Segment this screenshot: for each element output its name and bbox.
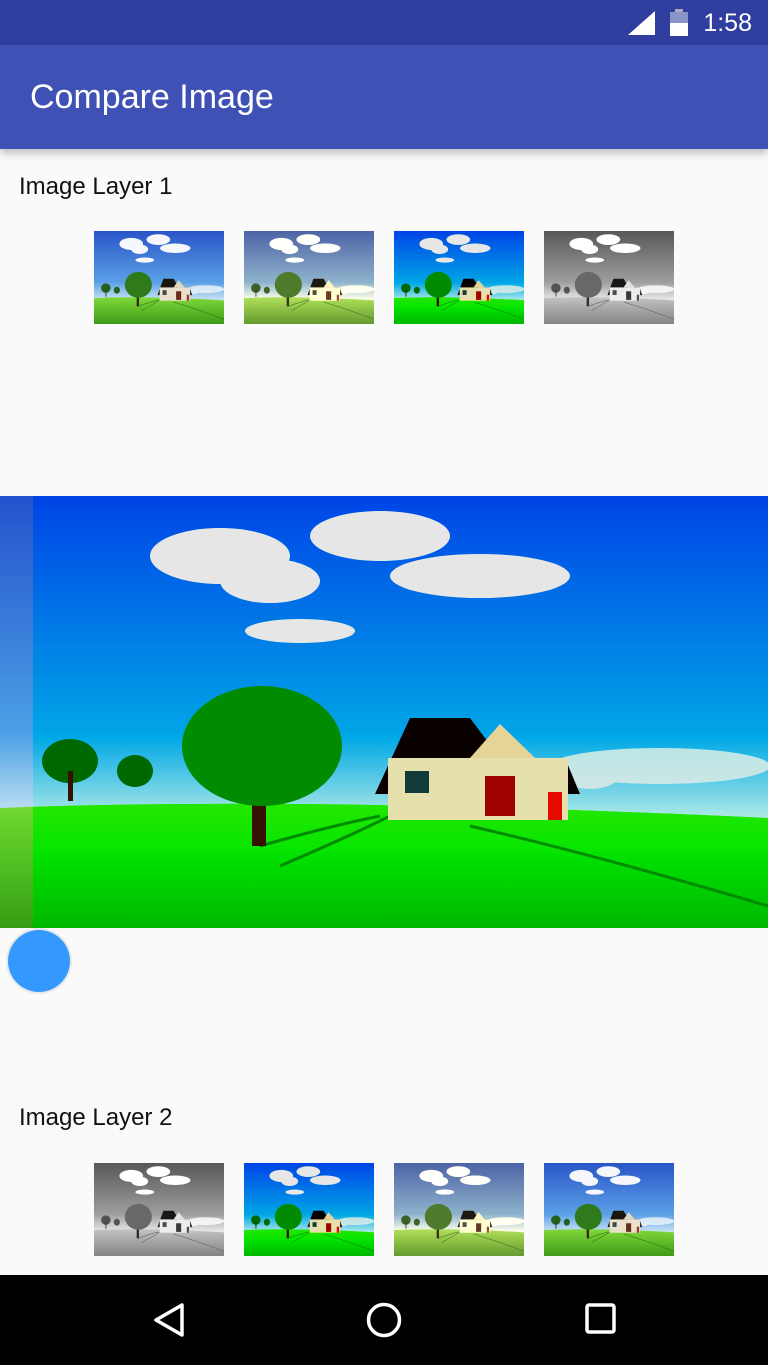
layer1-thumbnail-vintage[interactable] [244, 231, 374, 324]
layer2-thumbnails [94, 1163, 674, 1256]
layer2-thumbnail-vintage[interactable] [394, 1163, 524, 1256]
layer2-label: Image Layer 2 [19, 1104, 173, 1131]
back-icon[interactable] [152, 1302, 186, 1343]
home-icon[interactable] [366, 1302, 402, 1343]
status-bar: 1:58 [0, 0, 768, 45]
signal-icon [628, 11, 655, 40]
bottom-layer-reveal [0, 496, 34, 928]
layer1-thumbnail-grayscale[interactable] [544, 231, 674, 324]
layer1-label: Image Layer 1 [19, 173, 173, 200]
layer1-thumbnails [94, 231, 674, 324]
layer1-thumbnail-vivid[interactable] [394, 231, 524, 324]
layer2-thumbnail-normal[interactable] [544, 1163, 674, 1256]
top-layer-image [0, 496, 768, 928]
layer1-thumbnail-normal[interactable] [94, 231, 224, 324]
clock: 1:58 [703, 9, 752, 37]
page-title: Compare Image [30, 78, 274, 116]
compare-slider-handle[interactable] [8, 930, 70, 992]
navigation-bar [0, 1275, 768, 1365]
compare-image-view[interactable] [0, 496, 768, 928]
app-bar: Compare Image [0, 45, 768, 149]
layer2-thumbnail-grayscale[interactable] [94, 1163, 224, 1256]
layer2-thumbnail-vivid[interactable] [244, 1163, 374, 1256]
battery-icon [670, 9, 688, 41]
recents-icon[interactable] [584, 1302, 618, 1341]
